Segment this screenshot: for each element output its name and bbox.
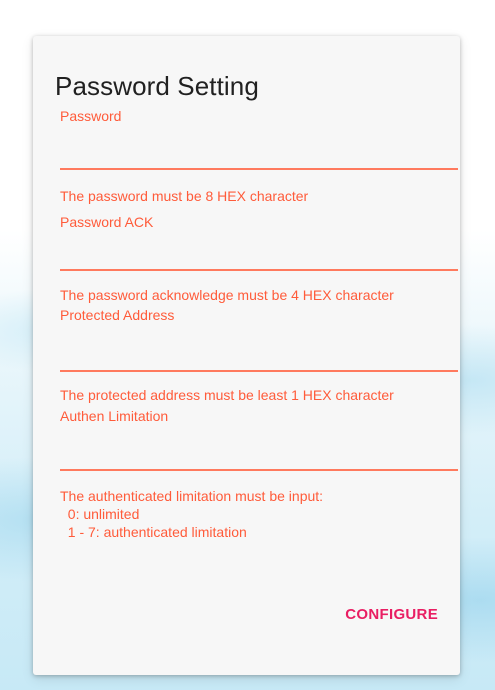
password-ack-label: Password ACK (60, 214, 154, 230)
password-ack-error-text: The password acknowledge must be 4 HEX c… (60, 287, 394, 303)
authen-limitation-error-text: The authenticated limitation must be inp… (60, 488, 324, 540)
authen-limitation-label: Authen Limitation (60, 408, 169, 424)
password-label: Password (60, 108, 122, 124)
dialog-title: Password Setting (55, 71, 259, 101)
password-error-text: The password must be 8 HEX character (60, 188, 309, 204)
configure-button[interactable]: CONFIGURE (337, 600, 446, 629)
protected-address-error-text: The protected address must be least 1 HE… (60, 387, 394, 403)
authen-limitation-input[interactable] (60, 441, 458, 471)
protected-address-field: Protected Address The protected address … (60, 304, 458, 404)
password-ack-field: Password ACK The password acknowledge mu… (60, 205, 458, 305)
protected-address-label: Protected Address (60, 307, 175, 323)
authen-limitation-field: Authen Limitation The authenticated limi… (60, 405, 458, 555)
password-field: Password The password must be 8 HEX char… (60, 107, 458, 207)
password-setting-dialog: Password Setting Password The password m… (33, 36, 460, 675)
protected-address-input[interactable] (60, 342, 458, 372)
password-input[interactable] (60, 140, 458, 170)
password-ack-input[interactable] (60, 241, 458, 271)
